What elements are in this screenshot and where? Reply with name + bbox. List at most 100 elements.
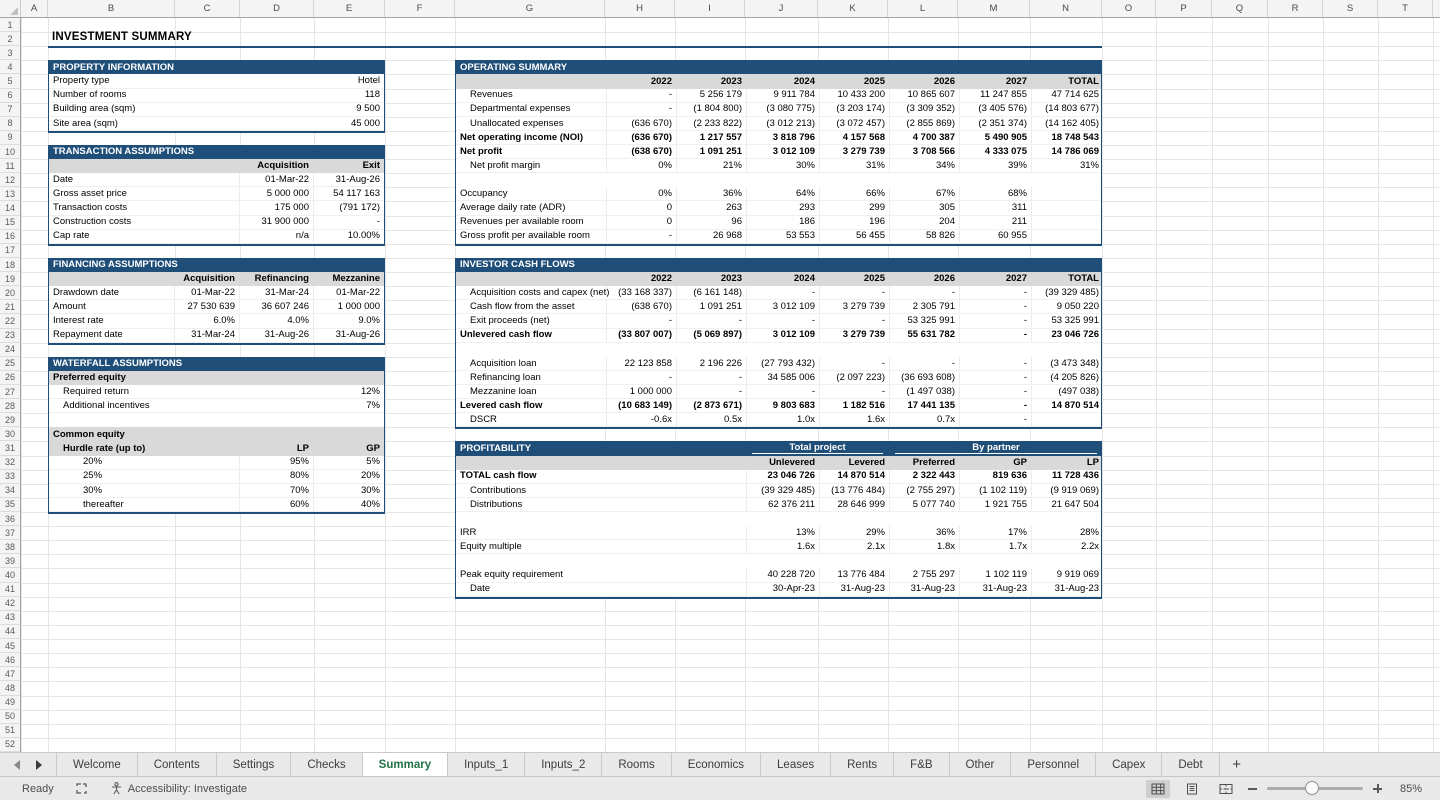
- cell[interactable]: (3 203 174): [819, 103, 889, 116]
- column-header-J[interactable]: J: [745, 0, 818, 17]
- sheet-tab-f-b[interactable]: F&B: [894, 753, 949, 776]
- row-header-11[interactable]: 11: [0, 159, 20, 173]
- cell[interactable]: 31-Aug-23: [889, 583, 959, 596]
- row-header-19[interactable]: 19: [0, 272, 20, 286]
- column-header-T[interactable]: T: [1378, 0, 1433, 17]
- cell[interactable]: -: [676, 314, 746, 327]
- cell[interactable]: 0: [606, 216, 676, 229]
- column-header-B[interactable]: B: [48, 0, 175, 17]
- cell[interactable]: 53 553: [746, 230, 819, 243]
- cell[interactable]: Amount: [49, 300, 174, 313]
- cell[interactable]: thereafter: [49, 498, 239, 511]
- cell[interactable]: Unlevered cash flow: [456, 329, 606, 342]
- cell[interactable]: (27 793 432): [746, 357, 819, 370]
- cell[interactable]: 2.1x: [819, 540, 889, 553]
- cell[interactable]: 311: [959, 201, 1031, 214]
- cell[interactable]: 58 826: [889, 230, 959, 243]
- cell[interactable]: 01-Mar-22: [239, 173, 313, 186]
- cell[interactable]: (39 329 485): [1031, 286, 1103, 299]
- row-header-45[interactable]: 45: [0, 639, 20, 653]
- cell[interactable]: (2 097 223): [819, 371, 889, 384]
- cell[interactable]: 55 631 782: [889, 329, 959, 342]
- row-header-7[interactable]: 7: [0, 103, 20, 117]
- row-header-27[interactable]: 27: [0, 385, 20, 399]
- row-header-15[interactable]: 15: [0, 216, 20, 230]
- cell[interactable]: 30%: [746, 159, 819, 172]
- cell[interactable]: Exit: [313, 159, 384, 173]
- cell[interactable]: (3 012 213): [746, 117, 819, 130]
- cell[interactable]: Interest rate: [49, 314, 174, 327]
- cell[interactable]: -: [676, 385, 746, 398]
- column-header-H[interactable]: H: [605, 0, 675, 17]
- cell[interactable]: 40%: [313, 498, 384, 511]
- cell[interactable]: 2027: [959, 272, 1031, 286]
- cell[interactable]: 20%: [49, 456, 239, 469]
- cell[interactable]: 9 803 683: [746, 399, 819, 412]
- cell[interactable]: (1 804 800): [676, 103, 746, 116]
- zoom-level[interactable]: 85%: [1392, 783, 1422, 795]
- cell[interactable]: GP: [959, 456, 1031, 470]
- row-header-46[interactable]: 46: [0, 653, 20, 667]
- row-header-10[interactable]: 10: [0, 145, 20, 159]
- cell[interactable]: Site area (sqm): [49, 117, 274, 130]
- column-header-E[interactable]: E: [314, 0, 385, 17]
- cell[interactable]: 31%: [1031, 159, 1103, 172]
- cell[interactable]: 31-Mar-24: [174, 329, 239, 342]
- cell[interactable]: 1.7x: [959, 540, 1031, 553]
- cell[interactable]: 2027: [959, 74, 1031, 88]
- cell[interactable]: 27 530 639: [174, 300, 239, 313]
- cell[interactable]: (33 807 007): [606, 329, 676, 342]
- cell[interactable]: 36%: [676, 187, 746, 200]
- cell[interactable]: (638 670): [606, 300, 676, 313]
- cell[interactable]: 819 636: [959, 470, 1031, 483]
- cell[interactable]: Number of rooms: [49, 89, 274, 102]
- cell[interactable]: 1 102 119: [959, 568, 1031, 581]
- cell[interactable]: 3 012 109: [746, 300, 819, 313]
- spreadsheet-grid[interactable]: 1234567891011121314151617181920212223242…: [0, 0, 1440, 752]
- cell[interactable]: Drawdown date: [49, 286, 174, 299]
- cell[interactable]: 30%: [313, 484, 384, 497]
- accessibility-status[interactable]: Accessibility: Investigate: [110, 782, 247, 795]
- cell[interactable]: 80%: [239, 470, 313, 483]
- cell[interactable]: 2 755 297: [889, 568, 959, 581]
- cell[interactable]: -: [606, 89, 676, 102]
- cell[interactable]: Contributions: [456, 484, 746, 497]
- cell[interactable]: 31-Aug-23: [819, 583, 889, 596]
- cell[interactable]: 20%: [313, 470, 384, 483]
- cell[interactable]: 118: [274, 89, 384, 102]
- cell[interactable]: 0: [606, 201, 676, 214]
- cell[interactable]: Common equity: [49, 427, 384, 441]
- table-title[interactable]: INVESTOR CASH FLOWS: [456, 258, 1101, 272]
- row-header-16[interactable]: 16: [0, 230, 20, 244]
- cell[interactable]: 1 091 251: [676, 300, 746, 313]
- cell[interactable]: 60 955: [959, 230, 1031, 243]
- cell[interactable]: 2024: [746, 74, 819, 88]
- cell[interactable]: 2026: [889, 74, 959, 88]
- cell[interactable]: 47 714 625: [1031, 89, 1103, 102]
- tab-scroll-right-icon[interactable]: [36, 760, 42, 770]
- cell[interactable]: 40 228 720: [746, 568, 819, 581]
- cell[interactable]: Revenues per available room: [456, 216, 606, 229]
- cell[interactable]: 14 870 514: [1031, 399, 1103, 412]
- row-header-32[interactable]: 32: [0, 456, 20, 470]
- cell[interactable]: Refinancing loan: [456, 371, 606, 384]
- cell[interactable]: 3 279 739: [819, 145, 889, 158]
- cell[interactable]: 28%: [1031, 526, 1103, 539]
- cell[interactable]: -: [746, 286, 819, 299]
- cell[interactable]: 293: [746, 201, 819, 214]
- cell[interactable]: 9 500: [274, 103, 384, 116]
- cell[interactable]: -: [819, 385, 889, 398]
- cell[interactable]: 263: [676, 201, 746, 214]
- cell[interactable]: [456, 512, 1101, 526]
- row-header-49[interactable]: 49: [0, 696, 20, 710]
- cell[interactable]: (6 161 148): [676, 286, 746, 299]
- cell[interactable]: (2 755 297): [889, 484, 959, 497]
- sheet-tab-checks[interactable]: Checks: [291, 753, 362, 776]
- cell[interactable]: 4.0%: [239, 314, 313, 327]
- cell[interactable]: (3 072 457): [819, 117, 889, 130]
- row-header-39[interactable]: 39: [0, 554, 20, 568]
- zoom-in-button[interactable]: [1373, 784, 1382, 793]
- cell[interactable]: Levered cash flow: [456, 399, 606, 412]
- row-header-12[interactable]: 12: [0, 173, 20, 187]
- column-header-M[interactable]: M: [958, 0, 1030, 17]
